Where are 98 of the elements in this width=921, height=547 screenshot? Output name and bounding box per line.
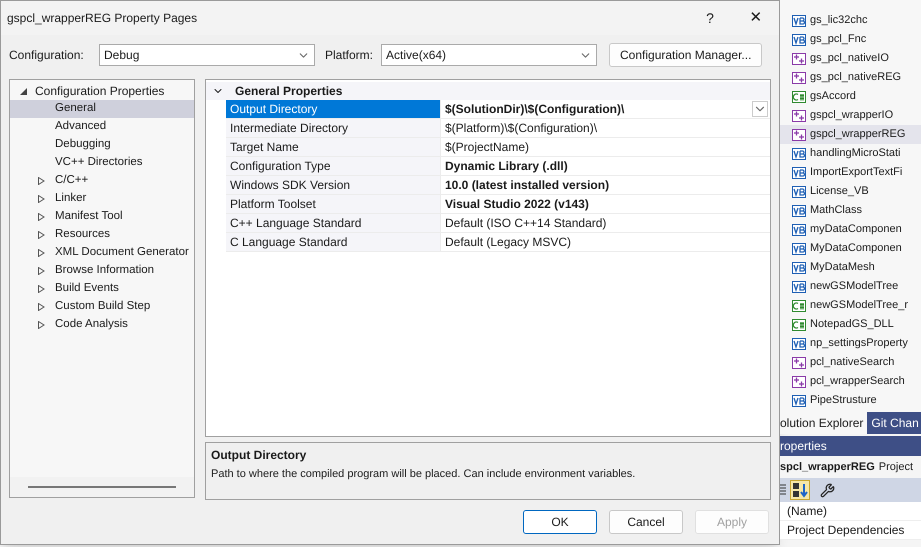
tree-item[interactable]: Configuration Properties bbox=[35, 82, 164, 100]
project-icon bbox=[792, 318, 806, 330]
project-icon bbox=[792, 34, 806, 46]
tree-item[interactable]: Linker bbox=[55, 190, 86, 208]
panel-tab[interactable]: Git Chan bbox=[867, 412, 921, 434]
project-icon bbox=[792, 242, 806, 254]
collapsed-triangle-icon[interactable] bbox=[38, 195, 45, 203]
description-text: Path to where the compiled program will be placed. Can include environment variables. bbox=[211, 467, 636, 482]
scrollbar[interactable] bbox=[10, 477, 194, 497]
property-row[interactable]: (Name) bbox=[780, 502, 921, 521]
tree-item[interactable]: C/C++ bbox=[55, 172, 88, 190]
configuration-dropdown[interactable]: Debug bbox=[99, 44, 315, 66]
project-icon bbox=[792, 186, 806, 198]
property-name[interactable]: C Language Standard bbox=[226, 233, 440, 251]
property-name[interactable]: C++ Language Standard bbox=[226, 214, 440, 232]
project-item[interactable]: gsAccord bbox=[780, 87, 921, 106]
project-item[interactable]: gspcl_wrapperIO bbox=[780, 106, 921, 125]
platform-label: Platform: bbox=[325, 47, 374, 64]
dialog-button[interactable]: Cancel bbox=[609, 510, 683, 534]
project-item[interactable]: PipeStrusture bbox=[780, 391, 921, 410]
project-item[interactable]: pcl_nativeSearch bbox=[780, 353, 921, 372]
tree-item[interactable]: VC++ Directories bbox=[55, 154, 143, 172]
property-name[interactable]: Output Directory bbox=[226, 100, 440, 118]
collapsed-triangle-icon[interactable] bbox=[38, 303, 45, 311]
project-item[interactable]: gspcl_wrapperREG bbox=[780, 125, 921, 144]
project-icon bbox=[792, 90, 806, 102]
project-item[interactable]: MathClass bbox=[780, 201, 921, 220]
project-item[interactable]: newGSModelTree bbox=[780, 277, 921, 296]
collapsed-triangle-icon[interactable] bbox=[38, 249, 45, 257]
project-icon bbox=[792, 262, 806, 274]
collapsed-triangle-icon[interactable] bbox=[38, 321, 45, 329]
collapsed-triangle-icon[interactable] bbox=[38, 267, 45, 275]
properties-header: roperties bbox=[780, 436, 921, 456]
property-name[interactable]: Windows SDK Version bbox=[226, 176, 440, 194]
tree-item[interactable]: Resources bbox=[55, 226, 110, 244]
project-icon bbox=[792, 280, 806, 292]
section-header: General Properties bbox=[234, 83, 342, 100]
dropdown-chevron-icon[interactable] bbox=[752, 101, 768, 117]
platform-dropdown[interactable]: Active(x64) bbox=[381, 44, 598, 66]
project-icon bbox=[792, 166, 806, 178]
project-item[interactable]: gs_pcl_Fnc bbox=[780, 30, 921, 49]
property-name[interactable]: Configuration Type bbox=[226, 157, 440, 175]
sort-alphabetical-icon[interactable] bbox=[790, 480, 810, 500]
collapsed-triangle-icon[interactable] bbox=[38, 231, 45, 239]
property-name[interactable]: Intermediate Directory bbox=[226, 119, 440, 137]
project-item[interactable]: handlingMicroStati bbox=[780, 144, 921, 163]
project-item[interactable]: gs_pcl_nativeIO bbox=[780, 49, 921, 68]
close-button[interactable]: ✕ bbox=[733, 1, 779, 35]
project-item[interactable]: gs_pcl_nativeREG bbox=[780, 68, 921, 87]
project-item[interactable]: MyDataMesh bbox=[780, 258, 921, 277]
project-item[interactable]: NotepadGS_DLL bbox=[780, 315, 921, 334]
project-icon bbox=[792, 224, 806, 236]
project-item[interactable]: pcl_wrapperSearch bbox=[780, 372, 921, 391]
object-name: spcl_wrapperREG bbox=[780, 460, 875, 475]
tree-item[interactable]: Manifest Tool bbox=[55, 208, 123, 226]
description-title: Output Directory bbox=[211, 447, 308, 464]
project-icon bbox=[792, 300, 806, 312]
tree-item[interactable]: Build Events bbox=[55, 280, 119, 298]
property-name[interactable]: Platform Toolset bbox=[226, 195, 440, 213]
dialog-button[interactable]: OK bbox=[523, 510, 597, 534]
plus-project-icon bbox=[792, 356, 806, 368]
project-item[interactable]: gs_lic32chc bbox=[780, 11, 921, 30]
plus-project-icon bbox=[792, 72, 806, 84]
tree-item[interactable]: Debugging bbox=[55, 136, 111, 154]
configuration-label: Configuration: bbox=[9, 47, 85, 64]
project-item[interactable]: ImportExportTextFi bbox=[780, 163, 921, 182]
tree-item[interactable]: Advanced bbox=[55, 118, 106, 136]
tree-item[interactable]: Custom Build Step bbox=[55, 298, 150, 316]
project-item[interactable]: License_VB bbox=[780, 182, 921, 201]
help-button[interactable]: ? bbox=[687, 1, 733, 35]
collapsed-triangle-icon[interactable] bbox=[38, 285, 45, 293]
tree-item[interactable]: XML Document Generator bbox=[55, 244, 189, 262]
project-icon bbox=[792, 394, 806, 406]
plus-project-icon bbox=[792, 376, 806, 388]
project-icon bbox=[792, 14, 806, 26]
project-item[interactable]: newGSModelTree_r bbox=[780, 296, 921, 315]
configuration-manager-button[interactable]: Configuration Manager... bbox=[609, 43, 762, 67]
list-icon[interactable] bbox=[780, 483, 786, 497]
property-name[interactable]: Target Name bbox=[226, 138, 440, 156]
plus-project-icon bbox=[792, 110, 806, 122]
wrench-icon[interactable] bbox=[820, 482, 835, 498]
project-item[interactable]: myDataComponen bbox=[780, 220, 921, 239]
project-item[interactable]: MyDataComponen bbox=[780, 239, 921, 258]
collapsed-triangle-icon[interactable] bbox=[38, 213, 45, 221]
object-type: Project bbox=[878, 460, 914, 475]
tree-item[interactable]: Code Analysis bbox=[55, 316, 128, 334]
project-icon bbox=[792, 148, 806, 160]
plus-project-icon bbox=[792, 52, 806, 64]
collapsed-triangle-icon[interactable] bbox=[38, 177, 45, 185]
plus-project-icon bbox=[792, 128, 806, 140]
property-row[interactable]: Project Dependencies bbox=[780, 521, 921, 540]
window-title: gspcl_wrapperREG Property Pages bbox=[7, 10, 198, 27]
project-item[interactable]: np_settingsProperty bbox=[780, 334, 921, 353]
panel-tab[interactable]: olution Explorer bbox=[780, 412, 868, 434]
expanded-triangle-icon[interactable] bbox=[20, 88, 27, 94]
tree-item[interactable]: Browse Information bbox=[55, 262, 154, 280]
project-icon bbox=[792, 338, 806, 350]
project-icon bbox=[792, 204, 806, 216]
